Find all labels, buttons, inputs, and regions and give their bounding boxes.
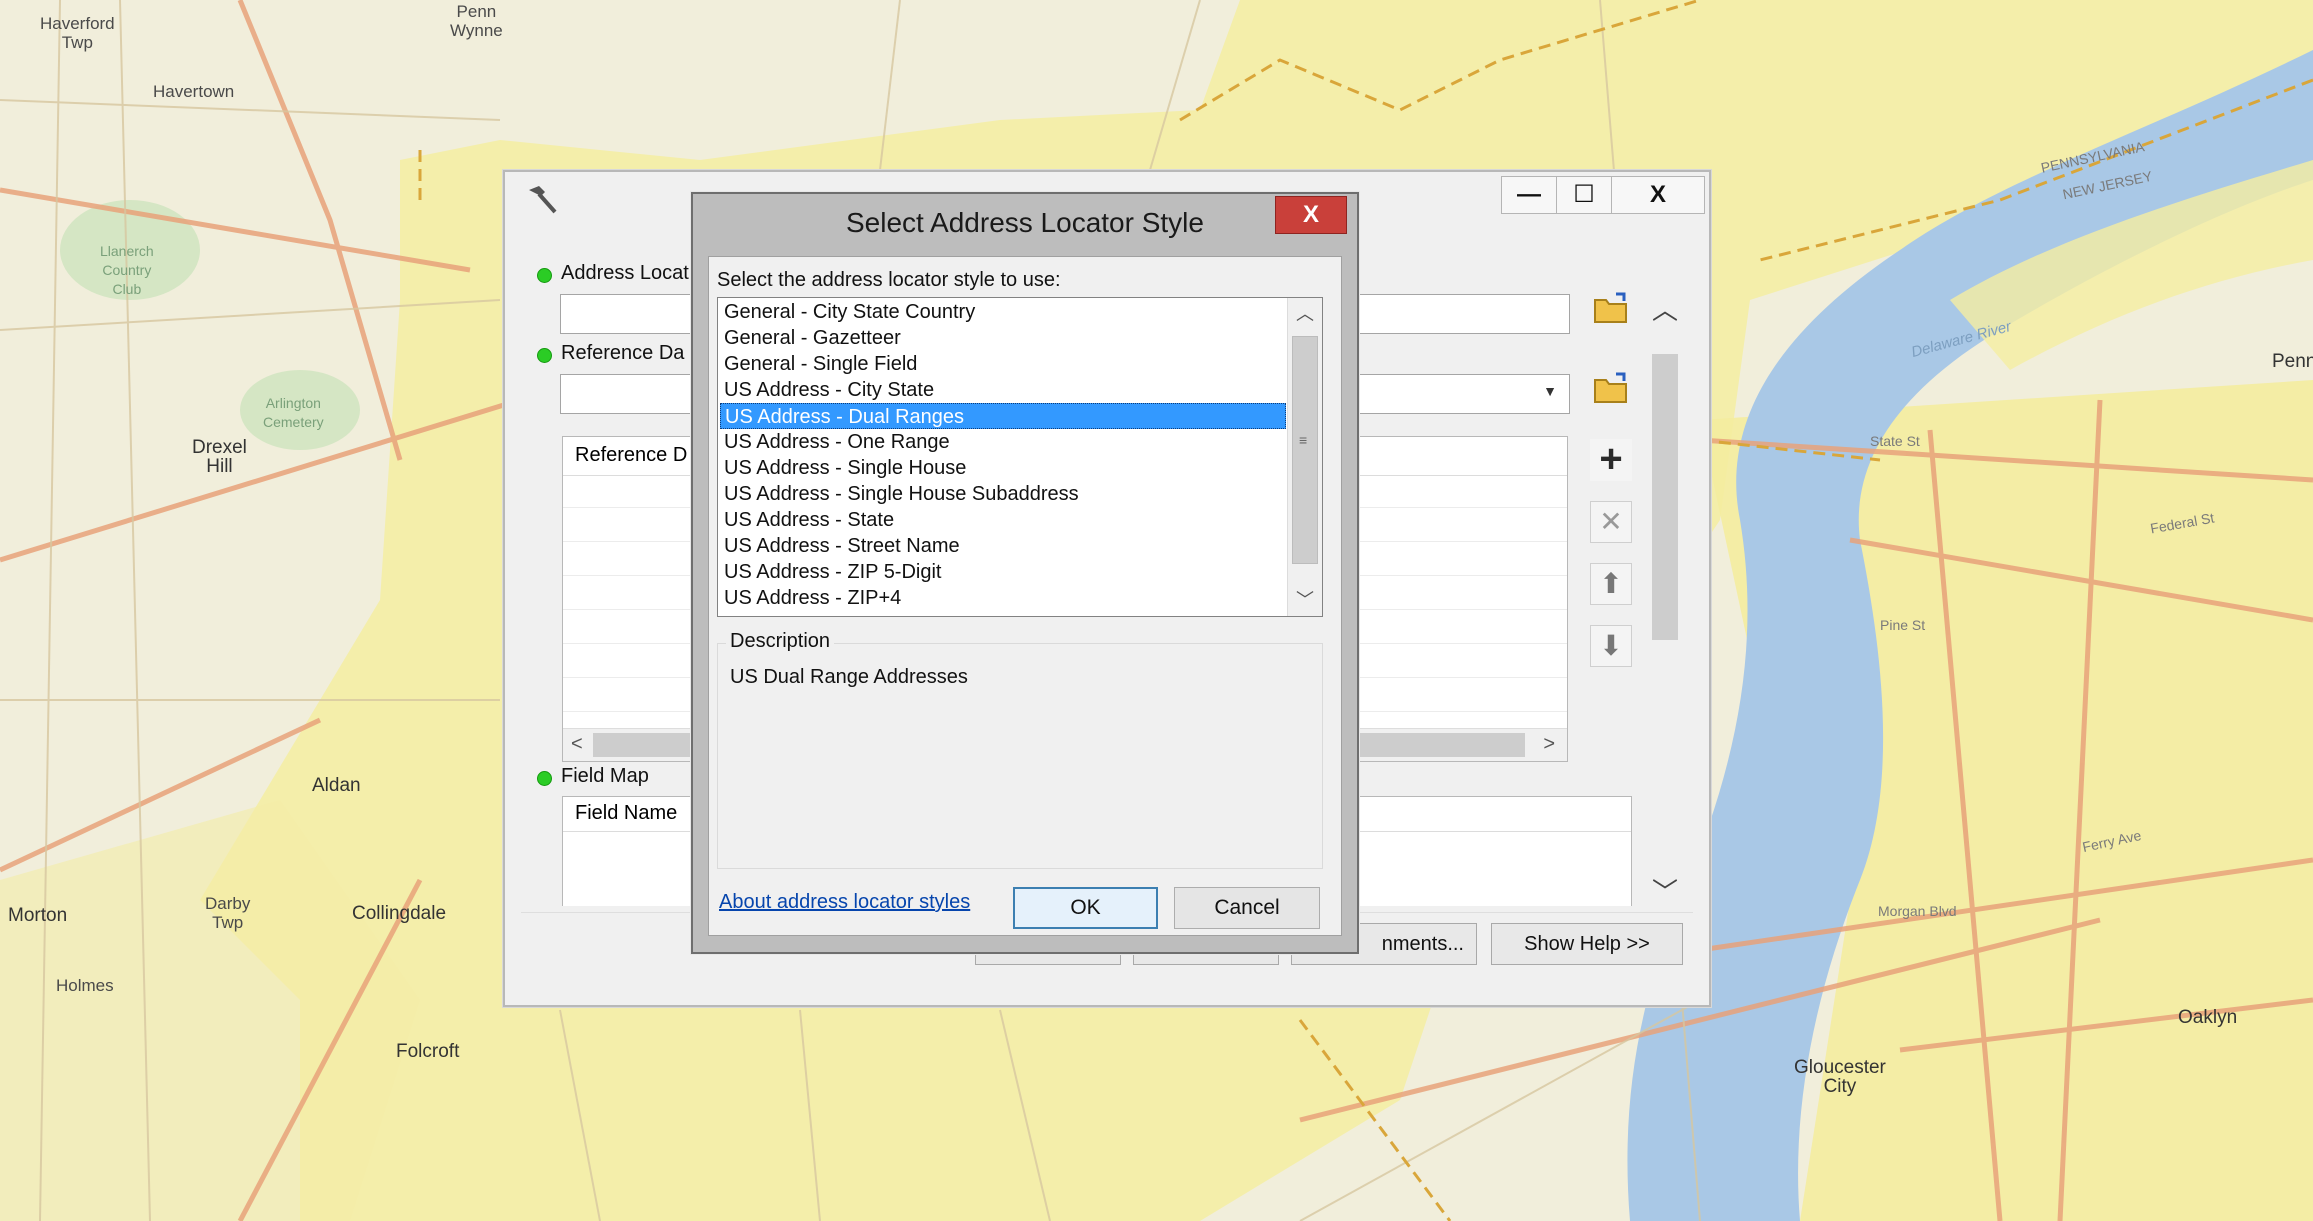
map-label-folcroft: Folcroft (396, 1041, 460, 1062)
list-item[interactable]: US Address - Street Name (720, 533, 960, 559)
grip-icon: ≡ (1299, 432, 1308, 448)
chevron-down-icon: ▼ (1543, 383, 1557, 399)
move-down-button[interactable]: ⬇ (1590, 625, 1632, 667)
description-caption: Description (726, 630, 835, 653)
list-item[interactable]: US Address - Single House Subaddress (720, 481, 1079, 507)
chevron-down-icon[interactable]: ﹀ (1652, 872, 1678, 909)
list-item[interactable]: US Address - City State (720, 377, 934, 403)
field-map-label: Field Map (561, 765, 649, 787)
map-label-penn: Penn (2272, 351, 2313, 372)
list-item[interactable]: General - Gazetteer (720, 325, 901, 351)
style-listbox[interactable]: General - City State Country General - G… (717, 297, 1323, 617)
map-label-haverford: Haverford Twp (40, 14, 115, 52)
list-item[interactable]: General - City State Country (720, 299, 975, 325)
map-label-havertown: Havertown (153, 82, 235, 101)
map-label-state-st: State St (1870, 433, 1920, 449)
list-item[interactable]: US Address - Single House (720, 455, 966, 481)
map-label-collingdale: Collingdale (352, 903, 447, 924)
map-label-morgan-blvd: Morgan Blvd (1878, 903, 1957, 919)
vertical-scroll-thumb[interactable] (1652, 354, 1678, 640)
dialog-title: Select Address Locator Style (846, 207, 1204, 238)
required-indicator-icon (537, 348, 552, 363)
list-item-selected[interactable]: US Address - Dual Ranges (720, 403, 1286, 429)
required-indicator-icon (537, 771, 552, 786)
map-label-drexel-hill: Drexel Hill (192, 437, 247, 477)
dialog-close-button[interactable]: X (1275, 196, 1347, 234)
browse-reference-button[interactable] (1590, 368, 1632, 410)
window-close-button[interactable]: X (1611, 176, 1705, 214)
map-label-oaklyn: Oaklyn (2178, 1007, 2238, 1028)
map-label-penn-wynne: Penn Wynne (450, 2, 503, 40)
folder-open-icon (1594, 292, 1627, 323)
list-item[interactable]: US Address - ZIP 5-Digit (720, 559, 941, 585)
ok-button[interactable]: OK (1013, 887, 1158, 929)
add-row-button[interactable]: + (1590, 439, 1632, 481)
list-vertical-scrollbar[interactable]: ︿ ≡ ﹀ (1287, 298, 1322, 616)
list-item[interactable]: General - Single Field (720, 351, 917, 377)
move-up-button[interactable]: ⬆ (1590, 563, 1632, 605)
browse-style-button[interactable] (1590, 288, 1632, 330)
list-item[interactable]: US Address - ZIP+4 (720, 585, 901, 611)
about-styles-link[interactable]: About address locator styles (719, 891, 970, 914)
remove-row-button[interactable]: ✕ (1590, 501, 1632, 543)
list-item[interactable]: US Address - State (720, 507, 894, 533)
map-label-gloucester: Gloucester City (1794, 1057, 1886, 1097)
grid-header-reference: Reference D (575, 444, 688, 466)
map-label-arlington: Arlington Cemetery (263, 395, 324, 430)
maximize-button[interactable]: ☐ (1556, 176, 1612, 214)
scroll-right-icon[interactable]: > (1543, 733, 1555, 756)
map-label-morton: Morton (8, 905, 68, 926)
dialog-client-area: Select the address locator style to use:… (708, 256, 1342, 936)
list-scroll-thumb[interactable]: ≡ (1292, 336, 1318, 564)
map-label-llanerch: Llanerch Country Club (100, 243, 154, 297)
cancel-button[interactable]: Cancel (1174, 887, 1320, 929)
reference-data-label: Reference Da (561, 342, 685, 364)
hammer-icon (523, 182, 559, 218)
minimize-button[interactable]: — (1501, 176, 1557, 214)
address-locator-style-label: Address Locat (561, 262, 689, 284)
window-vertical-scrollbar[interactable]: ︿ ﹀ (1648, 295, 1680, 934)
map-label-darby: Darby Twp (205, 894, 251, 932)
grid-header-field-name: Field Name (575, 802, 678, 824)
show-help-button[interactable]: Show Help >> (1491, 923, 1683, 965)
chevron-down-icon[interactable]: ﹀ (1288, 584, 1322, 616)
map-label-pine-st: Pine St (1880, 617, 1926, 633)
dialog-prompt: Select the address locator style to use: (717, 269, 1061, 291)
folder-open-icon (1594, 372, 1627, 403)
description-text: US Dual Range Addresses (730, 666, 968, 688)
map-label-aldan: Aldan (312, 775, 361, 796)
list-item[interactable]: US Address - One Range (720, 429, 950, 455)
chevron-up-icon[interactable]: ︿ (1288, 298, 1322, 330)
chevron-up-icon[interactable]: ︿ (1652, 290, 1678, 327)
map-label-holmes: Holmes (56, 976, 114, 995)
scroll-left-icon[interactable]: < (571, 733, 583, 756)
select-address-locator-style-dialog: Select Address Locator Style X Select th… (691, 192, 1359, 954)
description-group: Description US Dual Range Addresses (717, 630, 1323, 869)
required-indicator-icon (537, 268, 552, 283)
